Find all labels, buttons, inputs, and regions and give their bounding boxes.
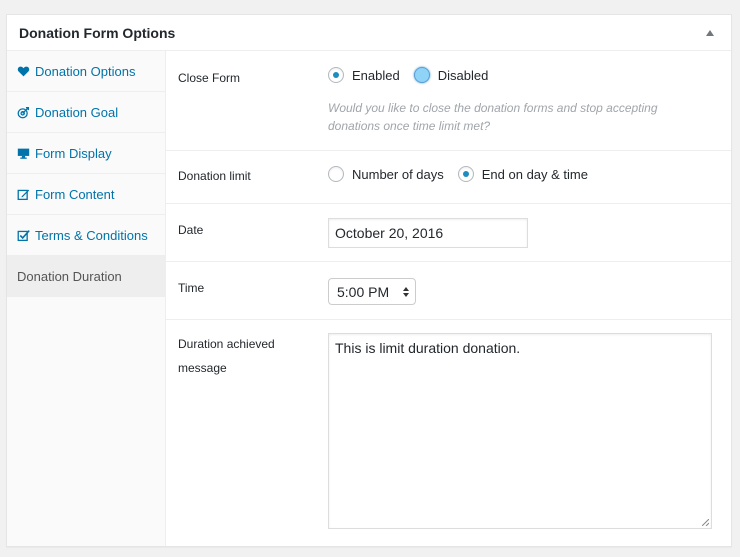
- time-select[interactable]: 5:00 PM: [328, 278, 416, 305]
- radio-label: Number of days: [352, 166, 444, 182]
- radio-label: End on day & time: [481, 166, 588, 182]
- radio-disabled[interactable]: [413, 67, 430, 83]
- checkbox-icon: [17, 229, 30, 242]
- radio-enabled[interactable]: [328, 67, 344, 83]
- time-label: Time: [178, 281, 205, 295]
- textarea-value: This is limit duration donation.: [335, 340, 521, 356]
- resize-handle-icon[interactable]: [702, 519, 709, 526]
- radio-end-on-day-time[interactable]: [457, 166, 474, 182]
- tab-label: Form Display: [35, 145, 112, 161]
- duration-message-textarea[interactable]: This is limit duration donation.: [328, 333, 712, 529]
- collapse-toggle-icon[interactable]: [706, 29, 714, 36]
- radio-label: Enabled: [352, 67, 400, 83]
- panel-header: Donation Form Options: [7, 15, 731, 51]
- radio-number-of-days[interactable]: [328, 166, 344, 182]
- close-form-row: Close Form Enabled Disabled Would you li…: [166, 51, 731, 151]
- close-form-radio-group: Enabled Disabled: [328, 67, 708, 83]
- close-form-label: Close Form: [178, 71, 241, 85]
- donation-form-options-panel: Donation Form Options Donation Options D…: [6, 14, 732, 547]
- tab-label: Donation Goal: [35, 104, 119, 120]
- donation-limit-radio-group: Number of days End on day & time: [328, 166, 602, 182]
- tab-terms-conditions[interactable]: Terms & Conditions: [7, 215, 165, 256]
- heart-icon: [17, 65, 30, 78]
- tab-form-content[interactable]: Form Content: [7, 174, 165, 215]
- tab-donation-options[interactable]: Donation Options: [7, 51, 165, 92]
- date-label: Date: [178, 223, 204, 237]
- radio-label: Disabled: [437, 67, 489, 83]
- close-form-description: Would you like to close the donation for…: [328, 101, 658, 133]
- date-input[interactable]: [328, 218, 528, 248]
- time-row: Time 5:00 PM: [166, 262, 731, 320]
- tab-donation-goal[interactable]: Donation Goal: [7, 92, 165, 133]
- panel-title: Donation Form Options: [19, 24, 176, 41]
- donation-limit-label: Donation limit: [178, 169, 251, 183]
- monitor-icon: [17, 147, 30, 160]
- edit-icon: [17, 188, 30, 201]
- number-of-days-option[interactable]: Number of days: [328, 166, 444, 182]
- select-spinner-icon: [403, 286, 409, 297]
- target-icon: [17, 106, 30, 119]
- options-content: Close Form Enabled Disabled Would you li…: [166, 51, 731, 546]
- tab-label: Donation Duration: [17, 268, 122, 284]
- duration-message-label: Duration achieved message: [178, 332, 275, 380]
- end-on-day-time-option[interactable]: End on day & time: [457, 166, 588, 182]
- tab-label: Terms & Conditions: [35, 227, 148, 243]
- label-line: Duration achieved: [178, 337, 275, 351]
- tab-label: Donation Options: [35, 63, 136, 79]
- donation-limit-row: Donation limit Number of days End on day…: [166, 151, 731, 204]
- close-form-disabled-option[interactable]: Disabled: [413, 67, 489, 83]
- tab-form-display[interactable]: Form Display: [7, 133, 165, 174]
- tab-donation-duration[interactable]: Donation Duration: [7, 256, 165, 297]
- label-line: message: [178, 361, 227, 375]
- date-row: Date: [166, 204, 731, 262]
- options-sidebar: Donation Options Donation Goal Form Disp…: [7, 51, 166, 546]
- close-form-enabled-option[interactable]: Enabled: [328, 67, 400, 83]
- tab-label: Form Content: [35, 186, 115, 202]
- duration-message-row: Duration achieved message This is limit …: [166, 320, 731, 546]
- time-select-value: 5:00 PM: [337, 283, 390, 300]
